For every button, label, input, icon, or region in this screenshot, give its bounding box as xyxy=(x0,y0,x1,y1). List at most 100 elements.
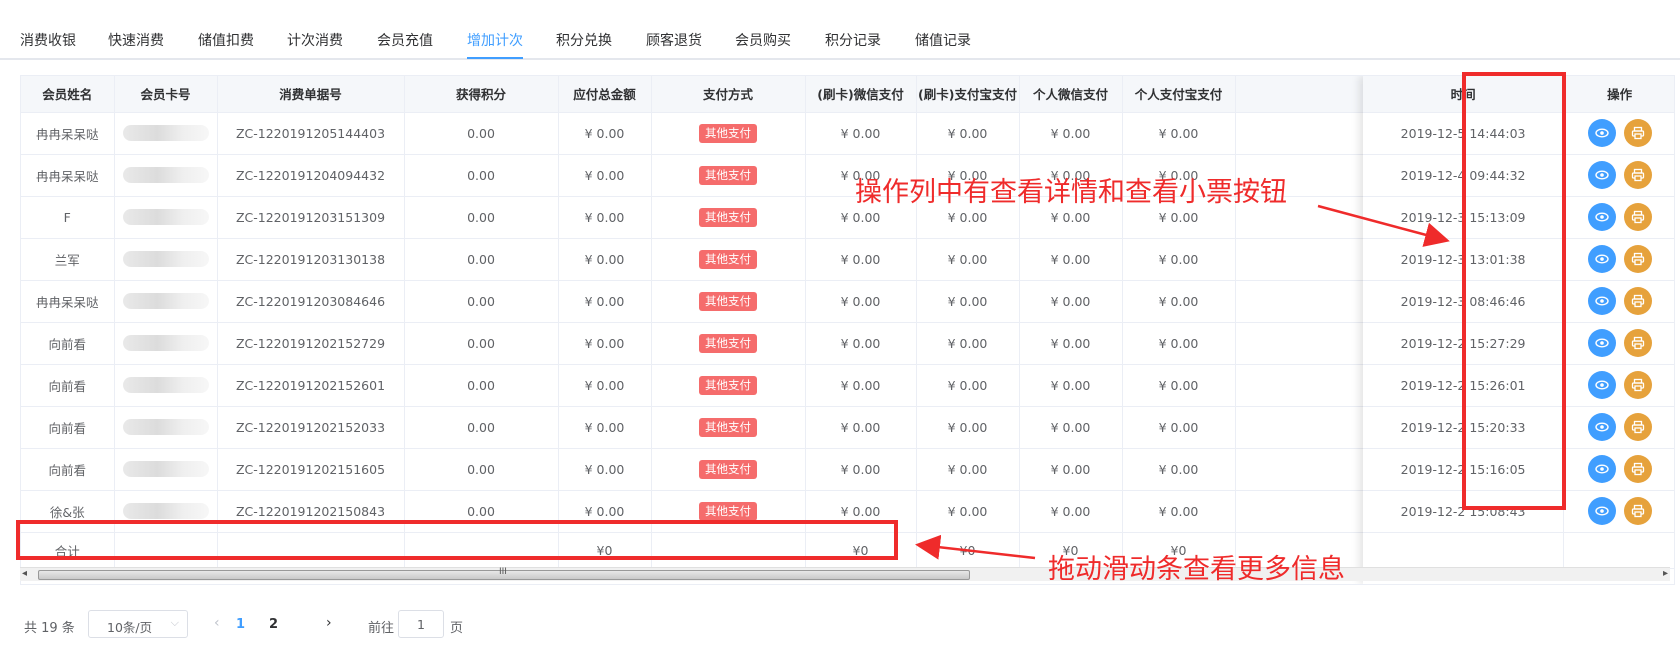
view-receipt-button[interactable] xyxy=(1623,329,1652,357)
tab-points-record[interactable]: 积分记录 xyxy=(825,30,881,50)
col-points[interactable]: 获得积分 xyxy=(404,76,559,113)
eye-icon xyxy=(1594,380,1609,390)
table-row: 冉冉呆呆哒 ZC-1220191203084646 0.00 ¥ 0.00 其他支付 ¥ … xyxy=(21,280,1436,323)
cell-card-number xyxy=(114,112,218,155)
tab-stored-value-deduct[interactable]: 储值扣费 xyxy=(198,30,254,50)
tab-checkout[interactable]: 消费收银 xyxy=(20,30,76,50)
tab-member-purchase[interactable]: 会员购买 xyxy=(735,30,791,50)
sum-empty xyxy=(1363,532,1565,569)
view-detail-button[interactable] xyxy=(1587,203,1616,231)
view-detail-button[interactable] xyxy=(1587,287,1616,315)
eye-icon xyxy=(1594,128,1609,138)
page-1[interactable]: 1 xyxy=(236,617,245,632)
view-receipt-button[interactable] xyxy=(1623,287,1652,315)
goto-page-input[interactable]: 1 xyxy=(398,610,444,638)
cell-total: ¥ 0.00 xyxy=(558,112,652,155)
cell-actions xyxy=(1563,490,1674,533)
pay-method-tag: 其他支付 xyxy=(699,123,757,143)
view-detail-button[interactable] xyxy=(1587,119,1616,147)
scroll-left-icon[interactable]: ◂ xyxy=(22,568,27,579)
view-detail-button[interactable] xyxy=(1587,455,1616,483)
cell-total: ¥ 0.00 xyxy=(558,238,652,281)
page-2[interactable]: 2 xyxy=(269,617,278,632)
tab-quick-consume[interactable]: 快速消费 xyxy=(108,30,164,50)
view-detail-button[interactable] xyxy=(1587,371,1616,399)
col-ali-personal[interactable]: 个人支付宝支付 xyxy=(1122,76,1236,113)
view-receipt-button[interactable] xyxy=(1623,413,1652,441)
view-receipt-button[interactable] xyxy=(1623,203,1652,231)
cell-pay-method: 其他支付 xyxy=(651,448,806,491)
cell-wx-card: ¥ 0.00 xyxy=(805,448,917,491)
eye-icon xyxy=(1594,338,1609,348)
col-card-number[interactable]: 会员卡号 xyxy=(114,76,218,113)
tab-count-consume[interactable]: 计次消费 xyxy=(287,30,343,50)
cell-order-number: ZC-1220191205144403 xyxy=(217,112,405,155)
view-detail-button[interactable] xyxy=(1587,245,1616,273)
eye-icon xyxy=(1594,212,1609,222)
col-member-name[interactable]: 会员姓名 xyxy=(21,76,115,113)
cell-ali-card: ¥ 0.00 xyxy=(916,406,1020,449)
col-wx-personal[interactable]: 个人微信支付 xyxy=(1019,76,1123,113)
cell-pay-method: 其他支付 xyxy=(651,364,806,407)
cell-ali-card: ¥ 0.00 xyxy=(916,448,1020,491)
tab-add-count[interactable]: 增加计次 xyxy=(467,30,523,50)
view-receipt-button[interactable] xyxy=(1623,371,1652,399)
col-pay-method[interactable]: 支付方式 xyxy=(651,76,806,113)
cell-card-number xyxy=(114,196,218,239)
col-total[interactable]: 应付总金额 xyxy=(558,76,652,113)
cell-total: ¥ 0.00 xyxy=(558,196,652,239)
col-wx-card[interactable]: (刷卡)微信支付 xyxy=(805,76,917,113)
view-receipt-button[interactable] xyxy=(1623,497,1652,525)
page-unit-label: 页 xyxy=(450,621,464,636)
col-ali-card[interactable]: (刷卡)支付宝支付 xyxy=(916,76,1020,113)
pay-method-tag: 其他支付 xyxy=(699,459,757,479)
scrollbar-thumb[interactable]: III xyxy=(38,567,970,580)
col-order-number[interactable]: 消费单据号 xyxy=(217,76,405,113)
cell-order-number: ZC-1220191203151309 xyxy=(217,196,405,239)
cell-points: 0.00 xyxy=(404,280,559,323)
table-header-row: 会员姓名 会员卡号 消费单据号 获得积分 应付总金额 支付方式 (刷卡)微信支付… xyxy=(21,76,1436,113)
cell-total: ¥ 0.00 xyxy=(558,280,652,323)
view-receipt-button[interactable] xyxy=(1623,245,1652,273)
printer-icon xyxy=(1631,378,1644,392)
scroll-right-icon[interactable]: ▸ xyxy=(1663,568,1668,579)
cell-wx-personal: ¥ 0.00 xyxy=(1019,364,1123,407)
cell-wx-personal: ¥ 0.00 xyxy=(1019,112,1123,155)
tab-member-recharge[interactable]: 会员充值 xyxy=(377,30,433,50)
view-receipt-button[interactable] xyxy=(1623,119,1652,147)
printer-icon xyxy=(1631,294,1644,308)
page-size-select[interactable]: 10条/页 ⌵ xyxy=(88,610,188,638)
pay-method-tag: 其他支付 xyxy=(699,375,757,395)
cell-points: 0.00 xyxy=(404,196,559,239)
view-detail-button[interactable] xyxy=(1587,161,1616,189)
cell-order-number: ZC-1220191202152729 xyxy=(217,322,405,365)
view-detail-button[interactable] xyxy=(1587,497,1616,525)
view-detail-button[interactable] xyxy=(1587,329,1616,357)
cell-points: 0.00 xyxy=(404,154,559,197)
cell-member-name: 向前看 xyxy=(21,406,115,449)
view-detail-button[interactable] xyxy=(1587,413,1616,441)
horizontal-scrollbar[interactable]: ◂ III ▸ xyxy=(20,567,1670,581)
table-row: 向前看 ZC-1220191202152729 0.00 ¥ 0.00 其他支付 ¥ 0.… xyxy=(21,322,1436,365)
cell-wx-personal: ¥ 0.00 xyxy=(1019,490,1123,533)
cell-ali-personal: ¥ 0.00 xyxy=(1122,280,1236,323)
cell-total: ¥ 0.00 xyxy=(558,364,652,407)
tab-stored-value-record[interactable]: 储值记录 xyxy=(915,30,971,50)
cell-member-name: 冉冉呆呆哒 xyxy=(21,112,115,155)
pay-method-tag: 其他支付 xyxy=(699,249,757,269)
cell-order-number: ZC-1220191204094432 xyxy=(217,154,405,197)
cell-wx-card: ¥ 0.00 xyxy=(805,112,917,155)
table-row: 兰军 ZC-1220191203130138 0.00 ¥ 0.00 其他支付 ¥ 0.0… xyxy=(21,238,1436,281)
records-table-body: 会员姓名 会员卡号 消费单据号 获得积分 应付总金额 支付方式 (刷卡)微信支付… xyxy=(21,76,1436,569)
cell-pay-method: 其他支付 xyxy=(651,196,806,239)
redacted-card-number xyxy=(122,251,209,268)
tab-customer-return[interactable]: 顾客退货 xyxy=(646,30,702,50)
tab-points-exchange[interactable]: 积分兑换 xyxy=(556,30,612,50)
prev-page-icon[interactable]: ‹ xyxy=(214,615,220,631)
view-receipt-button[interactable] xyxy=(1623,161,1652,189)
next-page-icon[interactable]: › xyxy=(326,615,332,631)
cell-total: ¥ 0.00 xyxy=(558,406,652,449)
redacted-card-number xyxy=(122,461,209,478)
cell-order-number: ZC-1220191203084646 xyxy=(217,280,405,323)
view-receipt-button[interactable] xyxy=(1623,455,1652,483)
